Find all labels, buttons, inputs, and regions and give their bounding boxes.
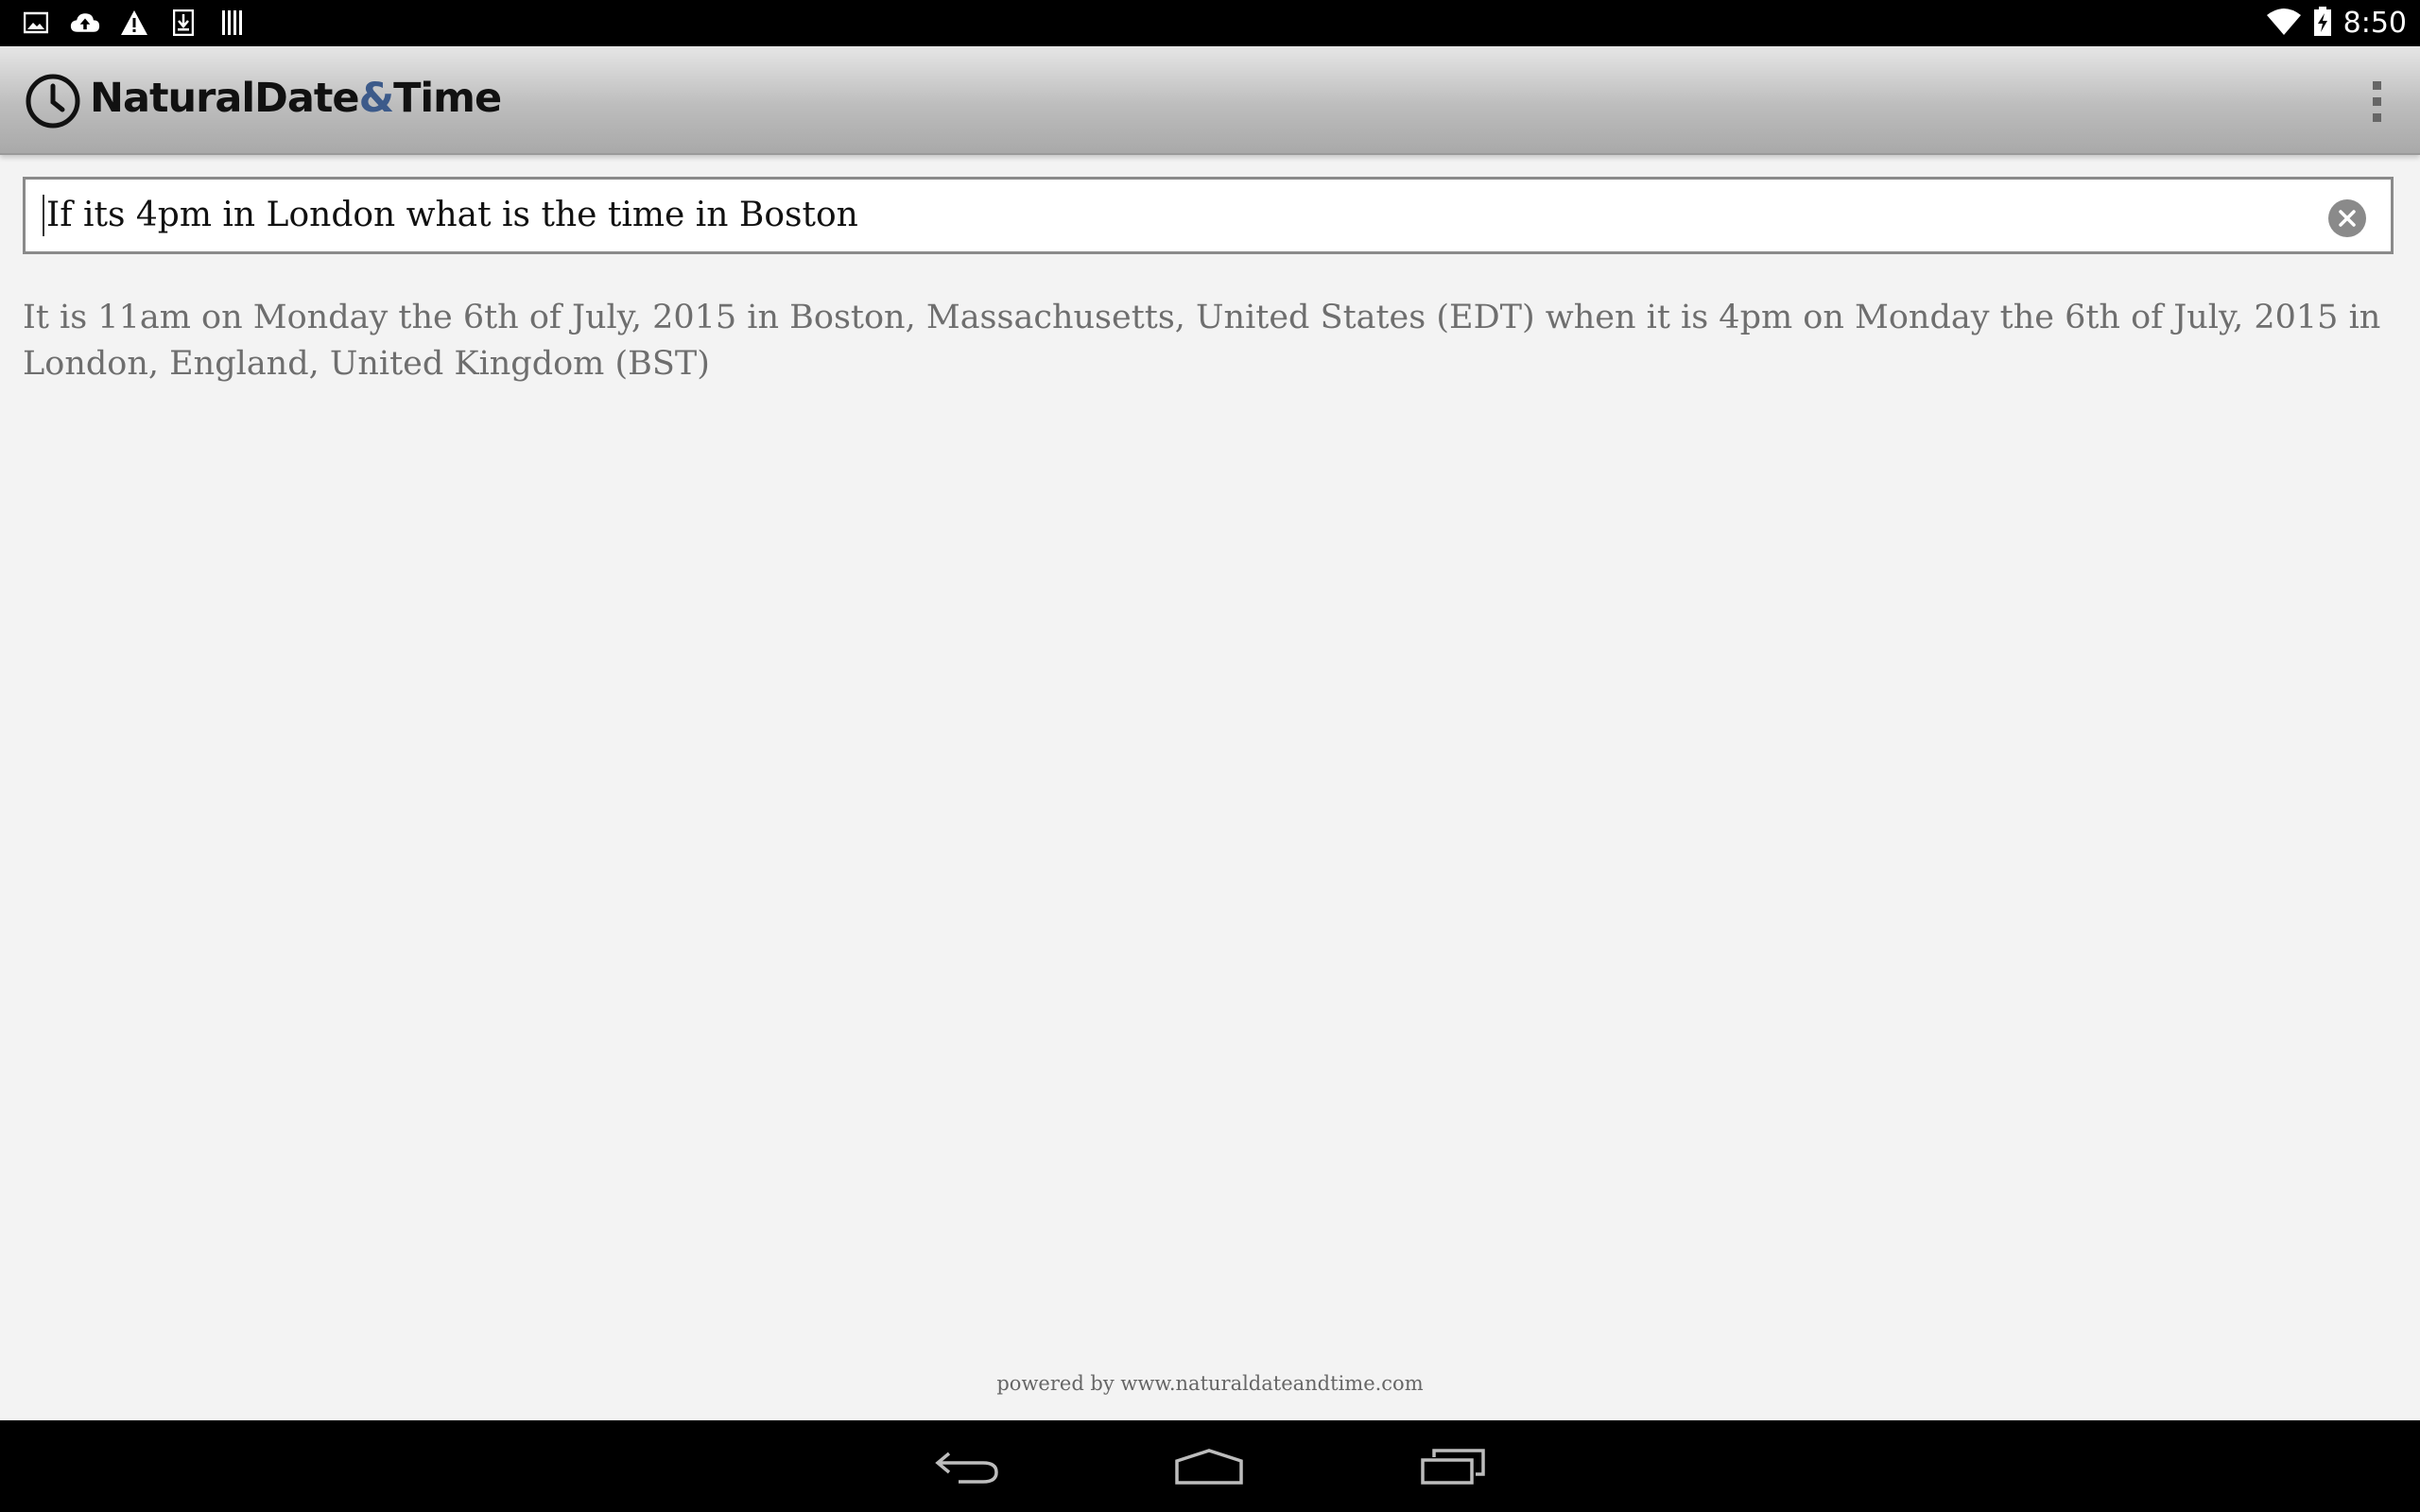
download-icon: [168, 8, 199, 38]
app-title-part2: Time: [393, 75, 502, 122]
notification-icons: [21, 8, 248, 38]
result-text: It is 11am on Monday the 6th of July, 20…: [23, 299, 2381, 383]
app-title: NaturalDate&Time: [90, 75, 502, 122]
menu-dot: [2372, 80, 2381, 90]
menu-dot: [2372, 96, 2381, 106]
app-title-ampersand: &: [358, 75, 394, 122]
back-icon[interactable]: [925, 1434, 1010, 1500]
cloud-upload-icon: [70, 8, 100, 38]
overflow-menu-icon[interactable]: [2352, 73, 2401, 129]
status-bar: 8:50: [0, 0, 2420, 46]
navigation-bar: [0, 1420, 2420, 1512]
action-bar: NaturalDate&Time: [0, 46, 2420, 155]
menu-dot: [2372, 112, 2381, 122]
app-title-part1: NaturalDate: [90, 75, 360, 122]
status-time: 8:50: [2342, 7, 2407, 40]
query-input[interactable]: If its 4pm in London what is the time in…: [23, 177, 2394, 254]
barcode-icon: [217, 8, 248, 38]
wifi-icon: [2266, 8, 2302, 40]
warning-icon: [119, 8, 149, 38]
clear-icon[interactable]: [2328, 199, 2366, 237]
image-icon: [21, 8, 51, 38]
query-input-text[interactable]: If its 4pm in London what is the time in…: [43, 195, 2315, 236]
clock-icon: [25, 73, 81, 129]
system-status: 8:50: [2266, 0, 2407, 46]
recent-apps-icon[interactable]: [1410, 1434, 1495, 1500]
battery-charging-icon: [2313, 6, 2332, 41]
powered-by-link[interactable]: powered by www.naturaldateandtime.com: [0, 1372, 2420, 1395]
home-icon[interactable]: [1167, 1434, 1252, 1500]
